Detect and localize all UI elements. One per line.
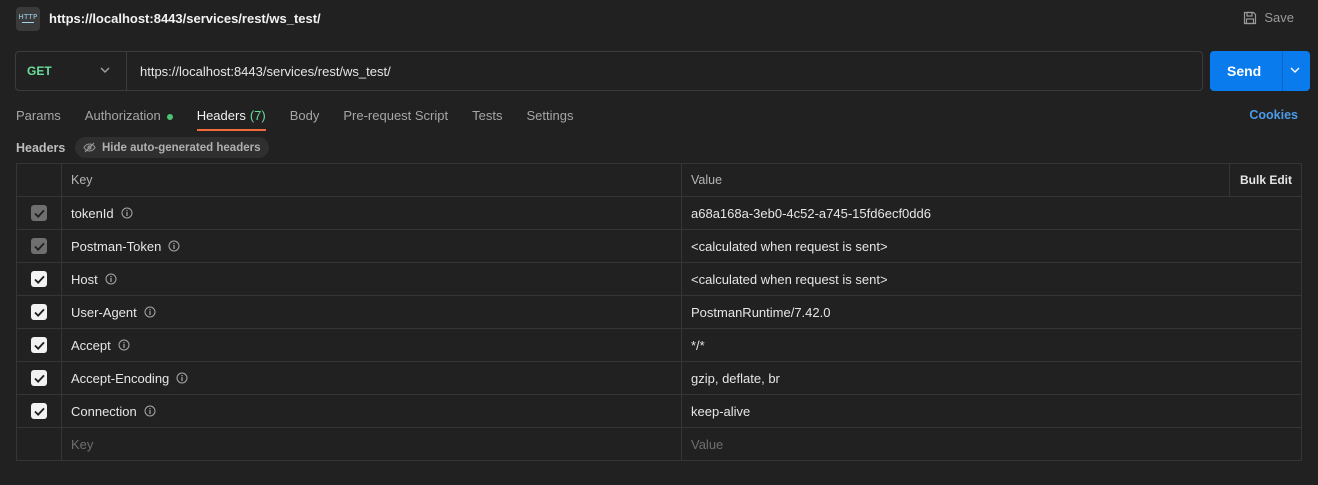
send-divider [1282, 51, 1283, 91]
key-cell[interactable]: Connection [62, 395, 682, 427]
method-select[interactable]: GET [16, 52, 127, 90]
chevron-down-icon [100, 67, 110, 73]
row-checkbox[interactable] [31, 205, 47, 221]
table-row: Host <calculated when request is sent> [17, 263, 1301, 296]
row-checkbox-cell [17, 296, 62, 328]
tab-tests[interactable]: Tests [472, 105, 502, 131]
tab-pre-request-script-label: Pre-request Script [343, 108, 449, 123]
value-cell[interactable]: */* [682, 329, 1301, 361]
tab-authorization[interactable]: Authorization [85, 105, 173, 131]
row-checkbox[interactable] [31, 238, 47, 254]
send-label: Send [1227, 63, 1262, 79]
table-row: Postman-Token <calculated when request is… [17, 230, 1301, 263]
url-input[interactable] [127, 52, 1202, 90]
save-button[interactable]: Save [1243, 10, 1294, 25]
row-checkbox[interactable] [31, 337, 47, 353]
save-icon [1244, 11, 1257, 24]
key-cell[interactable]: User-Agent [62, 296, 682, 328]
bulk-edit-button[interactable]: Bulk Edit [1240, 173, 1292, 187]
info-icon[interactable] [168, 240, 180, 252]
key-cell[interactable]: Host [62, 263, 682, 295]
tab-params-label: Params [16, 108, 61, 123]
column-header-value: Value [682, 164, 1230, 196]
row-checkbox-cell [17, 362, 62, 394]
row-checkbox[interactable] [31, 370, 47, 386]
value-cell[interactable]: gzip, deflate, br [682, 362, 1301, 394]
header-key: tokenId [71, 205, 114, 221]
request-tabs: Params Authorization Headers (7) Body Pre… [16, 105, 597, 131]
column-header-key: Key [62, 164, 682, 196]
row-checkbox[interactable] [31, 271, 47, 287]
key-cell[interactable]: Accept-Encoding [62, 362, 682, 394]
header-check-col [17, 164, 62, 196]
save-label: Save [1264, 10, 1294, 25]
tab-settings-label: Settings [526, 108, 574, 123]
key-cell[interactable]: Accept [62, 329, 682, 361]
tab-authorization-label: Authorization [84, 108, 161, 123]
header-key: Host [71, 271, 98, 287]
info-icon[interactable] [176, 372, 188, 384]
row-checkbox-cell [17, 230, 62, 262]
header-key: Connection [71, 403, 137, 419]
table-row: Accept */* [17, 329, 1301, 362]
tab-params[interactable]: Params [16, 105, 61, 131]
value-cell[interactable]: PostmanRuntime/7.42.0 [682, 296, 1301, 328]
value-cell[interactable]: a68a168a-3eb0-4c52-a745-15fd6ecf0dd6 [682, 197, 1301, 229]
http-icon-label: HTTP [18, 13, 38, 21]
hide-auto-generated-headers-button[interactable]: Hide auto-generated headers [75, 137, 270, 158]
table-row: Accept-Encoding gzip, deflate, br [17, 362, 1301, 395]
value-cell[interactable]: keep-alive [682, 395, 1301, 427]
headers-count-badge: (7) [249, 108, 266, 123]
top-bar: HTTP https://localhost:8443/services/res… [0, 0, 1318, 38]
send-options-chevron-icon[interactable] [1290, 67, 1300, 74]
header-key: Accept-Encoding [71, 370, 170, 386]
new-key-input[interactable]: Key [62, 428, 682, 461]
row-checkbox-cell [17, 428, 62, 461]
info-icon[interactable] [121, 207, 133, 219]
method-label: GET [27, 64, 52, 78]
info-icon[interactable] [105, 273, 117, 285]
header-key: User-Agent [71, 304, 137, 320]
value-cell[interactable]: <calculated when request is sent> [682, 230, 1301, 262]
send-button[interactable]: Send [1210, 51, 1310, 91]
tab-tests-label: Tests [472, 108, 503, 123]
table-header-row: Key Value Bulk Edit [17, 164, 1301, 197]
hide-auto-label: Hide auto-generated headers [102, 141, 261, 154]
info-icon[interactable] [118, 339, 130, 351]
row-checkbox-cell [17, 197, 62, 229]
headers-table: Key Value Bulk Edit tokenId a68a168a-3eb0… [16, 163, 1302, 461]
request-title[interactable]: https://localhost:8443/services/rest/ws_… [49, 11, 321, 26]
tab-settings[interactable]: Settings [526, 105, 573, 131]
key-cell[interactable]: Postman-Token [62, 230, 682, 262]
header-key: Accept [71, 337, 111, 353]
eye-off-icon [83, 142, 96, 153]
tab-pre-request-script[interactable]: Pre-request Script [343, 105, 448, 131]
row-checkbox[interactable] [31, 403, 47, 419]
row-checkbox[interactable] [31, 304, 47, 320]
info-icon[interactable] [144, 405, 156, 417]
row-checkbox-cell [17, 263, 62, 295]
tab-headers[interactable]: Headers (7) [196, 105, 266, 131]
value-cell[interactable]: <calculated when request is sent> [682, 263, 1301, 295]
cookies-link[interactable]: Cookies [1249, 108, 1298, 122]
info-icon[interactable] [144, 306, 156, 318]
row-checkbox-cell [17, 329, 62, 361]
table-row: Connection keep-alive [17, 395, 1301, 428]
http-request-icon: HTTP [16, 7, 40, 31]
row-checkbox-cell [17, 395, 62, 427]
new-value-input[interactable]: Value [682, 428, 1301, 461]
tab-headers-label: Headers [196, 108, 246, 123]
auth-status-dot [166, 114, 173, 120]
tab-body[interactable]: Body [290, 105, 320, 131]
table-row: tokenId a68a168a-3eb0-4c52-a745-15fd6ecf0… [17, 197, 1301, 230]
header-key: Postman-Token [71, 238, 162, 254]
headers-section-label: Headers [16, 141, 66, 155]
key-cell[interactable]: tokenId [62, 197, 682, 229]
new-header-row: Key Value [17, 428, 1301, 461]
tab-body-label: Body [289, 108, 320, 123]
table-row: User-Agent PostmanRuntime/7.42.0 [17, 296, 1301, 329]
url-bar: GET [15, 51, 1203, 91]
